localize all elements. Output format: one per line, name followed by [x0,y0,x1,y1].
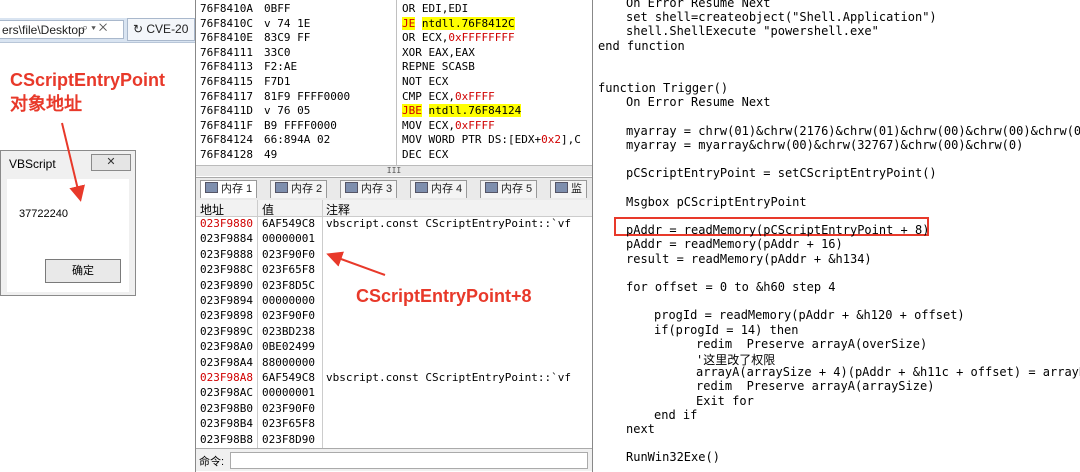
annotation-arrows [61,122,386,276]
arrow-to-memory-row [326,251,386,276]
arrow-to-dialog-value [61,122,85,202]
